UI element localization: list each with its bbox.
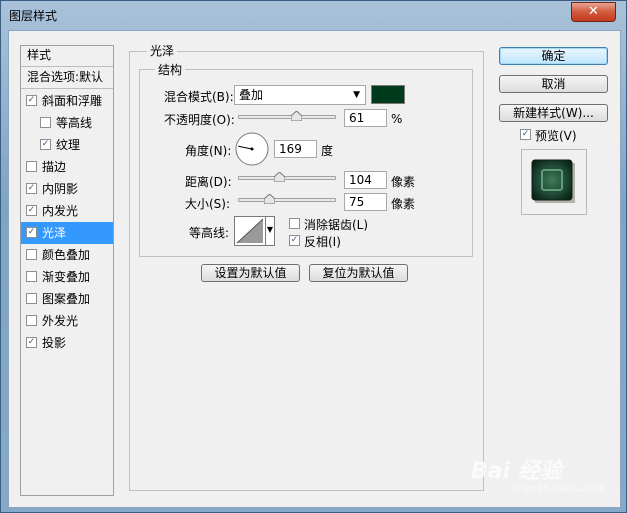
contour-picker[interactable] — [234, 216, 266, 246]
ok-button[interactable]: 确定 — [499, 47, 608, 65]
dialog-client-area: 样式 混合选项:默认 ✓ 斜面和浮雕 等高线 ✓ 纹理 描边 ✓ 内阴影 ✓ 内… — [8, 30, 621, 508]
style-item-drop-shadow[interactable]: ✓ 投影 — [21, 332, 113, 354]
invert-label: 反相(I) — [304, 235, 341, 249]
distance-unit: 像素 — [391, 175, 416, 189]
close-button[interactable]: ✕ — [571, 2, 616, 22]
contour-label: 等高线: — [189, 226, 230, 240]
invert-checkbox[interactable]: ✓ — [289, 235, 300, 246]
style-item-pattern-overlay[interactable]: 图案叠加 — [21, 288, 113, 310]
satin-color-swatch[interactable] — [371, 85, 405, 104]
opacity-input[interactable]: 61 — [344, 109, 387, 127]
contour-dropdown-button[interactable]: ▼ — [265, 216, 275, 246]
blend-mode-label: 混合模式(B): — [164, 90, 234, 104]
angle-dial[interactable] — [235, 132, 269, 166]
opacity-unit: % — [391, 112, 403, 126]
distance-slider-thumb[interactable] — [274, 172, 285, 182]
antialias-checkbox[interactable] — [289, 218, 300, 229]
checkbox-inner-shadow[interactable]: ✓ — [26, 183, 37, 194]
style-item-inner-glow[interactable]: ✓ 内发光 — [21, 200, 113, 222]
checkbox-color-overlay[interactable] — [26, 249, 37, 260]
structure-group-title: 结构 — [155, 61, 186, 78]
distance-slider-track[interactable] — [238, 176, 336, 180]
checkbox-contour[interactable] — [40, 117, 51, 128]
angle-input[interactable]: 169 — [274, 140, 317, 158]
checkbox-satin[interactable]: ✓ — [26, 227, 37, 238]
satin-group-title: 光泽 — [147, 42, 178, 59]
preview-label: 预览(V) — [535, 129, 577, 143]
style-item-label: 投影 — [42, 336, 67, 350]
checkbox-inner-glow[interactable]: ✓ — [26, 205, 37, 216]
preview-thumbnail-icon — [531, 159, 575, 203]
chevron-down-icon: ▼ — [266, 225, 274, 234]
style-item-label: 斜面和浮雕 — [42, 94, 103, 108]
style-item-label: 外发光 — [42, 314, 79, 328]
baidu-watermark: Bai 经验 — [471, 459, 562, 484]
window-title: 图层样式 — [9, 9, 58, 23]
style-item-stroke[interactable]: 描边 — [21, 156, 113, 178]
new-style-button[interactable]: 新建样式(W)... — [499, 104, 608, 122]
style-item-label: 纹理 — [56, 138, 81, 152]
contour-preview-icon — [236, 218, 264, 244]
style-item-outer-glow[interactable]: 外发光 — [21, 310, 113, 332]
angle-label: 角度(N): — [185, 144, 232, 158]
style-item-label: 内阴影 — [42, 182, 79, 196]
title-bar[interactable]: 图层样式 ✕ — [1, 1, 626, 29]
checkbox-stroke[interactable] — [26, 161, 37, 172]
opacity-label: 不透明度(O): — [164, 113, 235, 127]
size-slider-track[interactable] — [238, 198, 336, 202]
style-item-gradient-overlay[interactable]: 渐变叠加 — [21, 266, 113, 288]
cancel-button[interactable]: 取消 — [499, 75, 608, 93]
preview-checkbox[interactable]: ✓ — [520, 129, 531, 140]
checkbox-pattern-overlay[interactable] — [26, 293, 37, 304]
style-item-satin[interactable]: ✓ 光泽 — [21, 222, 113, 244]
size-input[interactable]: 75 — [344, 193, 387, 211]
style-item-bevel-emboss[interactable]: ✓ 斜面和浮雕 — [21, 90, 113, 112]
style-list: 样式 混合选项:默认 ✓ 斜面和浮雕 等高线 ✓ 纹理 描边 ✓ 内阴影 ✓ 内… — [20, 45, 114, 496]
chevron-down-icon: ▼ — [353, 90, 360, 100]
distance-input[interactable]: 104 — [344, 171, 387, 189]
size-slider-thumb[interactable] — [264, 194, 275, 204]
checkbox-bevel-emboss[interactable]: ✓ — [26, 95, 37, 106]
style-item-label: 图案叠加 — [42, 292, 91, 306]
blend-mode-value: 叠加 — [239, 88, 264, 102]
checkbox-gradient-overlay[interactable] — [26, 271, 37, 282]
checkbox-outer-glow[interactable] — [26, 315, 37, 326]
size-label: 大小(S): — [185, 197, 231, 211]
styles-header[interactable]: 样式 — [21, 46, 113, 67]
antialias-label: 消除锯齿(L) — [304, 218, 369, 232]
blend-mode-select[interactable]: 叠加 ▼ — [234, 85, 366, 105]
blending-options-item[interactable]: 混合选项:默认 — [21, 68, 113, 89]
style-item-label: 渐变叠加 — [42, 270, 91, 284]
style-item-label: 描边 — [42, 160, 67, 174]
checkbox-drop-shadow[interactable]: ✓ — [26, 337, 37, 348]
reset-default-button[interactable]: 复位为默认值 — [309, 264, 408, 282]
style-item-inner-shadow[interactable]: ✓ 内阴影 — [21, 178, 113, 200]
style-item-texture[interactable]: ✓ 纹理 — [21, 134, 113, 156]
style-item-label: 等高线 — [56, 116, 93, 130]
style-item-contour[interactable]: 等高线 — [21, 112, 113, 134]
layer-style-dialog: 图层样式 ✕ 样式 混合选项:默认 ✓ 斜面和浮雕 等高线 ✓ 纹理 描边 ✓ … — [0, 0, 627, 513]
baidu-watermark-url: jingyan.baidu.com — [513, 483, 606, 494]
style-item-color-overlay[interactable]: 颜色叠加 — [21, 244, 113, 266]
size-unit: 像素 — [391, 197, 416, 211]
angle-unit: 度 — [321, 144, 334, 158]
distance-label: 距离(D): — [185, 175, 232, 189]
checkbox-texture[interactable]: ✓ — [40, 139, 51, 150]
make-default-button[interactable]: 设置为默认值 — [201, 264, 300, 282]
style-item-label: 内发光 — [42, 204, 79, 218]
opacity-slider-thumb[interactable] — [291, 111, 302, 121]
style-preview — [521, 149, 587, 215]
style-item-label: 光泽 — [42, 226, 67, 240]
style-item-label: 颜色叠加 — [42, 248, 91, 262]
opacity-slider-track[interactable] — [238, 115, 336, 119]
